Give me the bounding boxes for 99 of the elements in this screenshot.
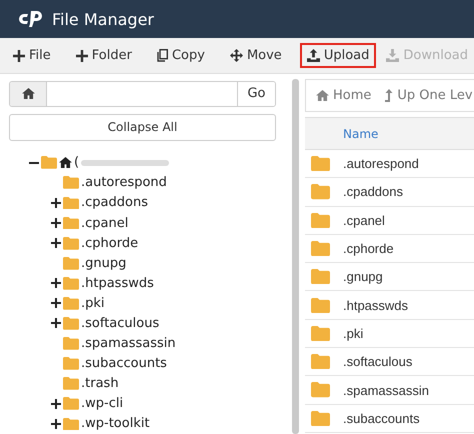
- file-name: .spamassassin: [343, 382, 429, 398]
- file-name: .cphorde: [343, 241, 394, 256]
- folder-icon: [63, 216, 79, 230]
- file-name: .autorespond: [343, 156, 419, 172]
- expand-toggle[interactable]: [51, 396, 61, 411]
- tree-item[interactable]: .softaculous: [81, 316, 160, 331]
- folder-icon: [63, 317, 79, 330]
- tree-item[interactable]: (: [74, 155, 80, 170]
- expand-toggle[interactable]: [51, 276, 61, 290]
- tree-item[interactable]: .cpanel: [81, 216, 128, 231]
- folder-icon: [311, 212, 330, 228]
- collapse-all-button[interactable]: Collapse All: [9, 114, 276, 141]
- table-row[interactable]: .gnupg: [305, 263, 474, 292]
- table-row[interactable]: .softaculous: [305, 348, 474, 376]
- folder-icon: [311, 184, 330, 200]
- folder-icon: [63, 337, 79, 350]
- expand-toggle[interactable]: [51, 236, 61, 250]
- home-icon: [22, 88, 34, 100]
- tree-item[interactable]: .htpasswds: [81, 276, 154, 291]
- tree-item[interactable]: .cpaddons: [81, 195, 148, 210]
- tree-item[interactable]: .wp-toolkit: [81, 416, 150, 432]
- toolbar-button[interactable]: Move: [222, 43, 289, 68]
- tree-item[interactable]: .gnupg: [81, 256, 126, 271]
- plus-icon: [51, 398, 61, 409]
- expand-toggle[interactable]: [51, 216, 61, 230]
- folder-icon: [311, 354, 330, 370]
- tree-item[interactable]: .wp-cli: [81, 396, 124, 412]
- folder-icon: [63, 236, 79, 250]
- file-name: .softaculous: [343, 354, 412, 370]
- tree-item[interactable]: .cphorde: [81, 236, 138, 251]
- plus-icon: [76, 50, 88, 62]
- table-row[interactable]: .cpanel: [305, 206, 474, 235]
- move-icon: [230, 49, 243, 62]
- table-row[interactable]: .cpaddons: [305, 178, 474, 207]
- table-row[interactable]: .spamassassin: [305, 376, 474, 405]
- plus-icon: [51, 238, 61, 248]
- download-icon: [386, 49, 400, 62]
- highlighted-toolbar-button[interactable]: Upload: [300, 43, 376, 68]
- column-header[interactable]: Name: [343, 126, 378, 140]
- folder-icon: [63, 357, 79, 370]
- table-row[interactable]: .htpasswds: [305, 291, 474, 320]
- go-button[interactable]: Go: [237, 82, 275, 106]
- plus-icon: [51, 198, 61, 208]
- home-icon: [59, 157, 72, 168]
- app-title: File Manager: [52, 10, 154, 28]
- folder-icon: [63, 377, 79, 390]
- tree-item[interactable]: .subaccounts: [81, 356, 167, 372]
- folder-icon: [63, 276, 79, 290]
- minus-icon: [29, 162, 39, 164]
- plus-icon: [51, 418, 61, 429]
- plus-icon: [51, 298, 61, 308]
- folder-icon: [311, 326, 330, 342]
- file-name: .subaccounts: [343, 410, 420, 426]
- tree-item[interactable]: .spamassassin: [81, 336, 176, 352]
- file-name: .htpasswds: [343, 298, 408, 313]
- home-icon: [316, 90, 329, 101]
- home-button[interactable]: [10, 82, 47, 106]
- folder-icon: [63, 196, 79, 210]
- plus-icon: [51, 318, 61, 328]
- scrollbar[interactable]: [292, 79, 299, 434]
- folder-icon: [41, 156, 57, 170]
- file-name: .cpaddons: [343, 184, 403, 200]
- tree-item[interactable]: .trash: [81, 376, 119, 392]
- file-name: .pki: [343, 326, 364, 341]
- folder-icon: [63, 256, 79, 270]
- expand-toggle[interactable]: [51, 296, 61, 310]
- folder-icon: [311, 269, 330, 284]
- folder-icon: [311, 298, 330, 313]
- folder-icon: [311, 382, 330, 398]
- expand-toggle[interactable]: [51, 416, 61, 431]
- expand-toggle[interactable]: [51, 196, 61, 210]
- plus-icon: [13, 50, 25, 62]
- table-row[interactable]: .cphorde: [305, 234, 474, 264]
- nav-button[interactable]: Up One Lev: [385, 88, 473, 103]
- table-row[interactable]: .autorespond: [305, 150, 474, 178]
- table-row[interactable]: .pki: [305, 320, 474, 348]
- tree-item[interactable]: .pki: [81, 296, 105, 311]
- table-row[interactable]: .subaccounts: [305, 404, 474, 433]
- folder-icon: [63, 296, 79, 310]
- folder-icon: [63, 176, 79, 190]
- expand-toggle[interactable]: [51, 316, 61, 330]
- folder-icon: [311, 410, 330, 426]
- file-name: .gnupg: [343, 269, 383, 284]
- toolbar-button[interactable]: File: [6, 43, 58, 68]
- folder-icon: [63, 418, 79, 430]
- logo-icon: [18, 11, 44, 27]
- plus-icon: [51, 278, 61, 288]
- upload-icon: [306, 49, 320, 62]
- tree-item[interactable]: .autorespond: [81, 175, 167, 190]
- up-arrow-icon: [385, 89, 394, 102]
- nav-button[interactable]: Home: [316, 88, 372, 103]
- plus-icon: [51, 218, 61, 228]
- folder-icon: [311, 240, 330, 256]
- file-name: .cpanel: [343, 212, 385, 228]
- copy-icon: [156, 49, 168, 62]
- folder-icon: [311, 156, 330, 172]
- toolbar-button[interactable]: Folder: [68, 43, 139, 68]
- folder-icon: [63, 397, 79, 410]
- toolbar-button[interactable]: Copy: [150, 43, 212, 68]
